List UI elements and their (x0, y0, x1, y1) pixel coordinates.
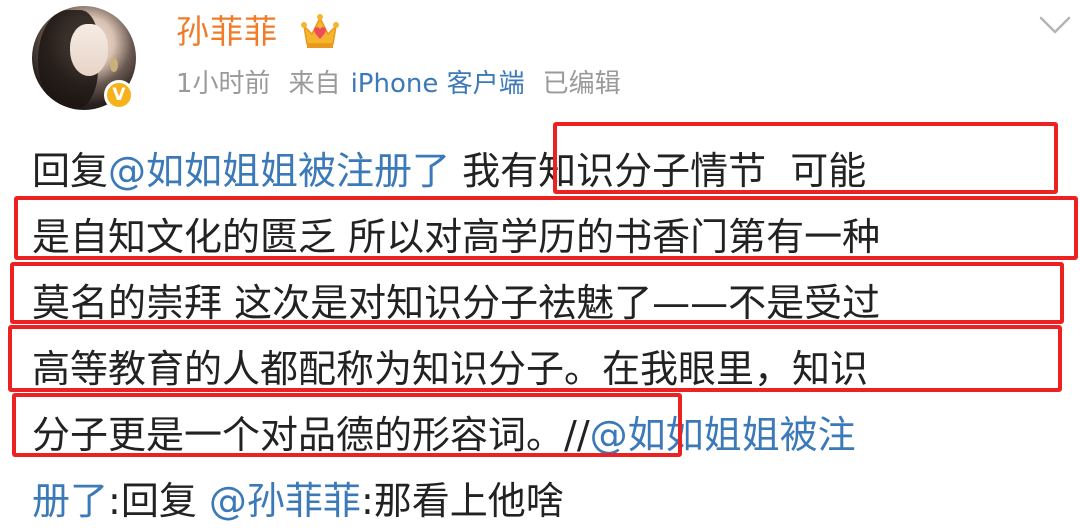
mention-link[interactable]: @孙菲菲 (209, 479, 361, 523)
username[interactable]: 孙菲菲 (176, 10, 278, 54)
client-link[interactable]: iPhone 客户端 (351, 69, 525, 99)
post-text: :那看上他啥 (360, 479, 564, 523)
post-text: 我有知识分子情节 可能 (462, 149, 867, 193)
verified-badge-icon: V (104, 80, 134, 110)
mention-link[interactable]: 册了 (32, 479, 108, 523)
reply-prefix: 回复 (32, 149, 109, 193)
edited-label: 已编辑 (542, 69, 621, 99)
post-line-6: 册了:回复 @孙菲菲:那看上他啥 (32, 468, 1072, 532)
post-line-1: 回复@如如姐姐被注册了 我有知识分子情节 可能 (32, 138, 1072, 204)
weibo-post: V 孙菲菲 1小时前 来自 iPhone 客户端 已编辑 回复@如如姐姐被注册了 我有… (0, 0, 1080, 532)
post-line-3: 莫名的崇拜 这次是对知识分子祛魅了——不是受过 (32, 281, 881, 325)
post-meta: 1小时前 来自 iPhone 客户端 已编辑 (176, 66, 639, 102)
post-text: 分子更是一个对品德的形容词。 (32, 413, 565, 457)
post-line-2: 是自知文化的匮乏 所以对高学历的书香门第有一种 (32, 215, 881, 259)
post-text: :回复 (108, 479, 197, 523)
avatar-earring (110, 58, 118, 72)
mention-link[interactable]: @如如姐姐被注册了 (108, 149, 450, 193)
crown-icon (301, 14, 339, 48)
chevron-down-icon[interactable] (1038, 14, 1072, 36)
post-line-4: 高等教育的人都配称为知识分子。在我眼里，知识 (32, 347, 869, 391)
repost-separator: // (564, 413, 590, 457)
mention-link[interactable]: @如如姐姐被注 (590, 413, 856, 457)
post-body: 回复@如如姐姐被注册了 我有知识分子情节 可能 是自知文化的匮乏 所以对高学历的… (32, 138, 1072, 532)
source-prefix: 来自 (288, 69, 341, 99)
post-line-5: 分子更是一个对品德的形容词。//@如如姐姐被注 (32, 402, 1072, 468)
post-time: 1小时前 (176, 69, 271, 99)
avatar-face (70, 24, 108, 76)
